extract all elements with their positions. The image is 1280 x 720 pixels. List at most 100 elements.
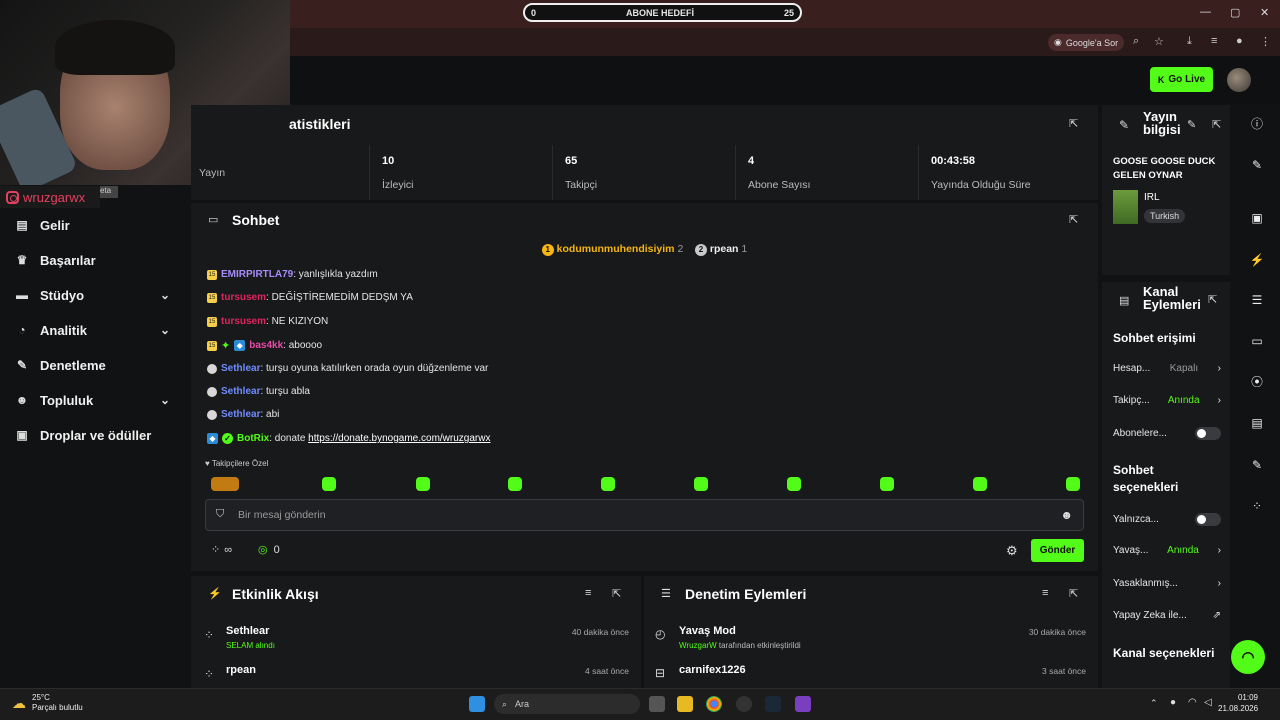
chat-username[interactable]: BotRix (237, 433, 269, 444)
popout-icon[interactable]: ⇱ (1069, 587, 1078, 600)
download-icon[interactable]: ⤓ (1187, 35, 1192, 48)
sidebar-item-topluluk[interactable]: ☻ Topluluk ⌄ (14, 388, 184, 412)
setting-row[interactable]: Yalnızca... (1113, 513, 1221, 526)
bolt-icon[interactable]: ⚡ (1247, 250, 1267, 270)
subscriber-badge: 15 (207, 292, 217, 303)
tray-chevron-icon[interactable]: ⌃ (1150, 698, 1158, 709)
setting-row[interactable]: Yapay Zeka ile... ⇗ (1113, 610, 1221, 621)
wifi-icon[interactable]: ◠ (1188, 697, 1197, 708)
sidebar-item-label: Analitik (40, 322, 87, 338)
list-icon[interactable]: ☰ (1247, 290, 1267, 310)
people-icon[interactable]: ⁘ (1247, 496, 1267, 516)
chat-username[interactable]: EMIRPIRTLA79 (221, 269, 293, 280)
chat-username[interactable]: Sethlear (221, 363, 260, 374)
channel-actions-panel: ▤ Kanal Eylemleri ⇱ Sohbet erişimi Hesap… (1102, 282, 1230, 688)
emote[interactable] (211, 477, 239, 491)
user-avatar[interactable] (1227, 68, 1251, 92)
emote[interactable] (880, 477, 894, 491)
setting-row[interactable]: Yasaklanmış... › (1113, 578, 1221, 589)
obs-icon[interactable] (736, 696, 752, 712)
sidebar-item-gelir[interactable]: ▤ Gelir (14, 213, 184, 237)
chrome-icon[interactable] (706, 696, 722, 712)
wrench-icon[interactable]: ✎ (1247, 455, 1267, 475)
chat-username[interactable]: Sethlear (221, 386, 260, 397)
emote[interactable] (973, 477, 987, 491)
gear-icon[interactable]: ⚙ (1006, 543, 1018, 559)
stat-label: İzleyici (382, 179, 414, 191)
info-icon[interactable]: ⓘ (1247, 114, 1267, 134)
moderator-name[interactable]: WruzgarW (679, 641, 717, 650)
popout-icon[interactable]: ⇱ (612, 587, 621, 600)
chat-username[interactable]: tursusem (221, 292, 266, 303)
go-live-button[interactable]: K Go Live (1150, 67, 1213, 92)
toggle-switch[interactable] (1195, 513, 1221, 526)
chat-username[interactable]: tursusem (221, 316, 266, 327)
browser-menu-icon[interactable]: ⋮ (1260, 35, 1271, 48)
popout-icon[interactable]: ⇱ (1212, 118, 1221, 131)
broadcast-icon[interactable]: ⦿ (1247, 372, 1267, 392)
emote[interactable] (1066, 477, 1080, 491)
video-icon[interactable]: ▣ (1247, 208, 1267, 228)
weather-widget[interactable]: ☁ 25°C Parçalı bulutlu (12, 693, 83, 713)
send-button[interactable]: Gönder (1031, 539, 1084, 562)
category-name[interactable]: IRL (1144, 192, 1160, 203)
popout-icon[interactable]: ⇱ (1069, 213, 1078, 226)
zoom-icon[interactable]: ⌕ (1133, 35, 1139, 48)
support-chat-button[interactable]: ◠ (1231, 640, 1265, 674)
volume-icon[interactable]: ◁ (1204, 697, 1212, 708)
gifter-name[interactable]: rpean (710, 243, 739, 255)
minimize-icon[interactable]: — (1200, 6, 1211, 18)
close-icon[interactable]: ✕ (1260, 6, 1269, 19)
taskbar-search[interactable]: ⌕ Ara (494, 694, 640, 714)
stat-takipci: 65 Takipçi (552, 145, 735, 200)
activity-user[interactable]: rpean (226, 664, 256, 676)
popout-icon[interactable]: ⇱ (1208, 293, 1217, 306)
sidebar-item-analitik[interactable]: ◔ Analitik ⌄ (14, 318, 184, 342)
edit-icon[interactable]: ✎ (1247, 155, 1267, 175)
filter-icon[interactable]: ≡ (1042, 587, 1048, 599)
google-lens-button[interactable]: ◉ Google'a Sor (1048, 34, 1125, 51)
emote[interactable] (694, 477, 708, 491)
emote[interactable] (601, 477, 615, 491)
edit-icon[interactable]: ✎ (1187, 118, 1196, 131)
chat-panel: ▭ Sohbet ⇱ 1 kodumunmuhendisiyim 2 2 rpe… (191, 203, 1098, 571)
sidebar-item-studyo[interactable]: ▬ Stüdyo ⌄ (14, 283, 184, 307)
profile-icon[interactable]: ● (1236, 35, 1243, 47)
sidebar-item-droplar[interactable]: ▣ Droplar ve ödüller (14, 423, 184, 447)
app-icon[interactable] (795, 696, 811, 712)
emote[interactable] (416, 477, 430, 491)
tab-search-icon[interactable]: ≡ (1211, 35, 1217, 47)
moderation-action[interactable]: carnifex1226 (679, 664, 746, 676)
emote[interactable] (322, 477, 336, 491)
popout-icon[interactable]: ⇱ (1069, 117, 1078, 130)
setting-row[interactable]: Yavaş... Anında › (1113, 545, 1221, 556)
chat-input[interactable]: ⛉ Bir mesaj gönderin ☻ (205, 499, 1084, 531)
file-explorer-icon[interactable] (677, 696, 693, 712)
emote[interactable] (508, 477, 522, 491)
setting-row[interactable]: Hesap... Kapalı › (1113, 363, 1221, 374)
task-view-icon[interactable] (649, 696, 665, 712)
filter-icon[interactable]: ≡ (585, 587, 591, 599)
gifter-name[interactable]: kodumunmuhendisiyim (557, 243, 675, 255)
toggle-switch[interactable] (1195, 427, 1221, 440)
chat-username[interactable]: Sethlear (221, 409, 260, 420)
activity-user[interactable]: Sethlear (226, 625, 269, 637)
sidebar-item-denetleme[interactable]: ✎ Denetleme (14, 353, 184, 377)
setting-row[interactable]: Abonelere... (1113, 427, 1221, 440)
setting-row[interactable]: Takipç... Anında › (1113, 395, 1221, 406)
bookmark-star-icon[interactable]: ☆ (1154, 35, 1164, 48)
server-icon[interactable]: ▤ (1247, 413, 1267, 433)
steam-icon[interactable] (765, 696, 781, 712)
donate-link[interactable]: https://donate.bynogame.com/wruzgarwx (308, 433, 490, 444)
chat-username[interactable]: bas4kk (249, 340, 283, 351)
microphone-icon[interactable]: ● (1170, 697, 1176, 708)
sidebar-item-basarilar[interactable]: ♛ Başarılar (14, 248, 184, 272)
chat-icon[interactable]: ▭ (1247, 331, 1267, 351)
emote[interactable] (787, 477, 801, 491)
taskbar-clock[interactable]: 01:09 21.08.2026 (1218, 692, 1258, 714)
user-badge (207, 363, 217, 374)
maximize-icon[interactable]: ▢ (1230, 6, 1240, 19)
emoji-icon[interactable]: ☻ (1060, 508, 1073, 522)
camera-icon: ◉ (1054, 37, 1062, 47)
windows-start-icon[interactable] (469, 696, 485, 712)
